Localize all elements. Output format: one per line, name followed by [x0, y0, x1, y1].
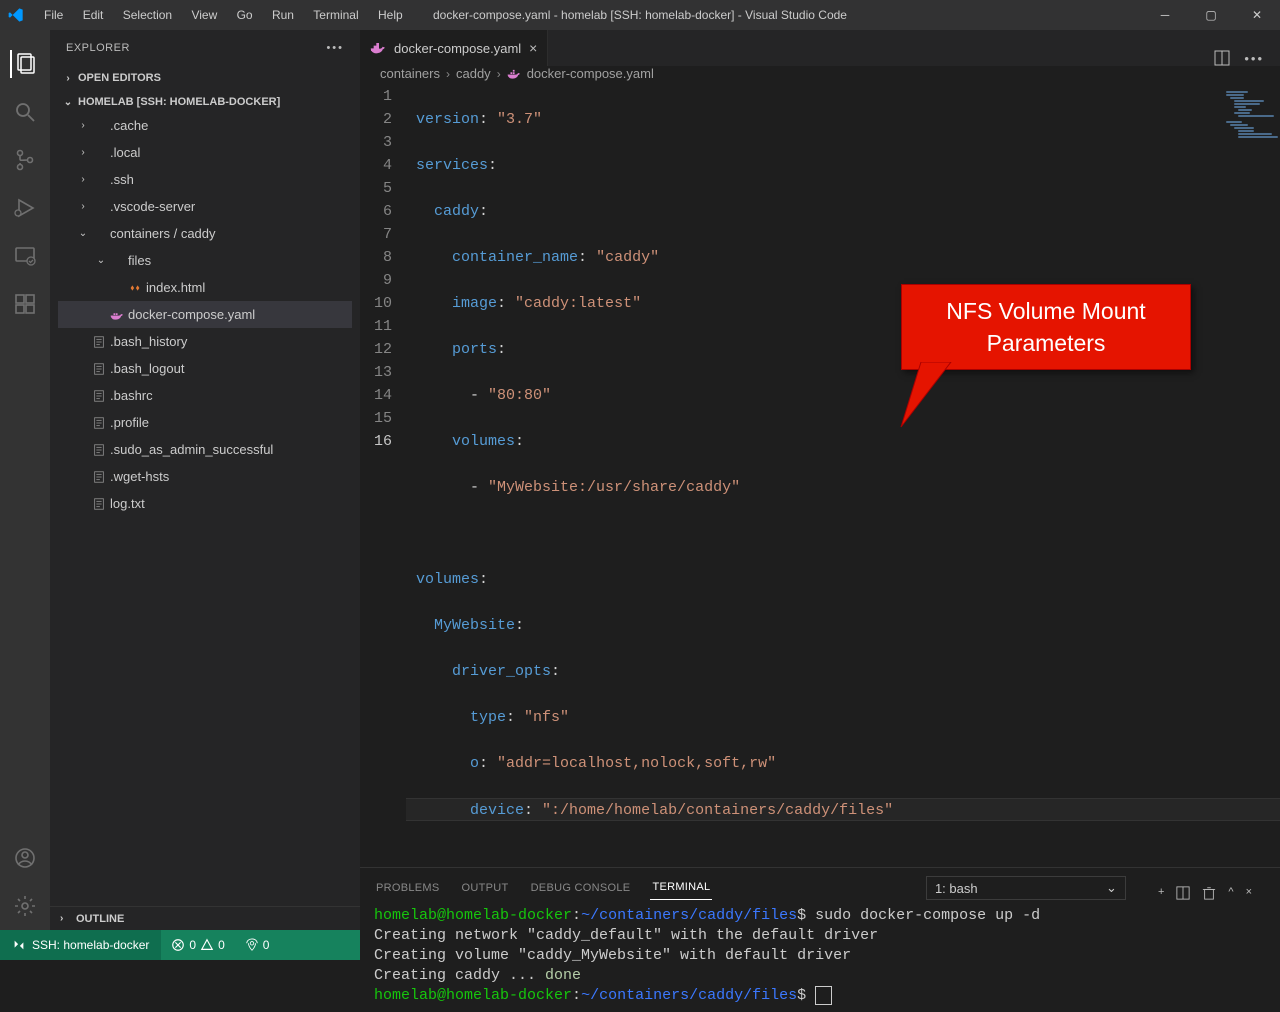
- remote-explorer-icon[interactable]: [11, 242, 39, 270]
- workspace-section[interactable]: ⌄HOMELAB [SSH: HOMELAB-DOCKER]: [58, 92, 352, 112]
- panel-tab-output[interactable]: OUTPUT: [460, 876, 511, 900]
- menu-file[interactable]: File: [36, 4, 71, 26]
- panel-tab-debug[interactable]: DEBUG CONSOLE: [529, 876, 633, 900]
- split-terminal-icon[interactable]: [1176, 886, 1190, 900]
- new-terminal-icon[interactable]: +: [1158, 886, 1164, 900]
- tree-item--local[interactable]: ›.local: [58, 139, 352, 166]
- minimap[interactable]: [1220, 90, 1280, 220]
- explorer-sidebar: EXPLORER ••• ›OPEN EDITORS ⌄HOMELAB [SSH…: [50, 30, 360, 930]
- close-panel-icon[interactable]: ×: [1246, 886, 1252, 900]
- tree-item--ssh[interactable]: ›.ssh: [58, 166, 352, 193]
- menu-go[interactable]: Go: [229, 4, 261, 26]
- tree-item-files[interactable]: ⌄files: [58, 247, 352, 274]
- editor-group: docker-compose.yaml × ••• containers› ca…: [360, 30, 1280, 930]
- menu-selection[interactable]: Selection: [115, 4, 180, 26]
- menu-run[interactable]: Run: [264, 4, 302, 26]
- tree-item-docker-compose-yaml[interactable]: docker-compose.yaml: [58, 301, 352, 328]
- main-menu: File Edit Selection View Go Run Terminal…: [36, 8, 411, 22]
- activity-bar: [0, 30, 50, 930]
- source-control-icon[interactable]: [11, 146, 39, 174]
- tree-item--bashrc[interactable]: .bashrc: [58, 382, 352, 409]
- tree-item-log-txt[interactable]: log.txt: [58, 490, 352, 517]
- status-ports[interactable]: 0: [235, 938, 280, 952]
- panel-tab-terminal[interactable]: TERMINAL: [650, 875, 712, 900]
- status-problems[interactable]: 0 0: [161, 938, 234, 952]
- settings-icon[interactable]: [11, 892, 39, 920]
- menu-edit[interactable]: Edit: [75, 4, 112, 26]
- open-editors-section[interactable]: ›OPEN EDITORS: [58, 68, 352, 88]
- tree-item-containers-caddy[interactable]: ⌄containers / caddy: [58, 220, 352, 247]
- docker-icon: [370, 41, 386, 55]
- extensions-icon[interactable]: [11, 290, 39, 318]
- split-editor-icon[interactable]: [1214, 50, 1230, 66]
- menu-help[interactable]: Help: [370, 4, 411, 26]
- outline-section[interactable]: ›OUTLINE: [50, 906, 360, 930]
- run-debug-icon[interactable]: [11, 194, 39, 222]
- maximize-button[interactable]: ▢: [1188, 0, 1234, 30]
- minimize-button[interactable]: ─: [1142, 0, 1188, 30]
- editor-tabs: docker-compose.yaml × •••: [360, 30, 1280, 66]
- tree-item--bash-history[interactable]: .bash_history: [58, 328, 352, 355]
- tree-item--vscode-server[interactable]: ›.vscode-server: [58, 193, 352, 220]
- annotation-callout: NFS Volume MountParameters: [901, 284, 1191, 370]
- explorer-icon[interactable]: [10, 50, 38, 78]
- tree-item--wget-hsts[interactable]: .wget-hsts: [58, 463, 352, 490]
- terminal-selector[interactable]: 1: bash⌄: [926, 876, 1126, 900]
- accounts-icon[interactable]: [11, 844, 39, 872]
- panel-tab-problems[interactable]: PROBLEMS: [374, 876, 442, 900]
- maximize-panel-icon[interactable]: ^: [1228, 886, 1233, 900]
- search-icon[interactable]: [11, 98, 39, 126]
- more-icon[interactable]: •••: [326, 42, 344, 54]
- tree-item-index-html[interactable]: index.html: [58, 274, 352, 301]
- kill-terminal-icon[interactable]: [1202, 886, 1216, 900]
- code-content[interactable]: version: "3.7" services: caddy: containe…: [406, 81, 1280, 867]
- breadcrumb[interactable]: containers› caddy› docker-compose.yaml: [360, 66, 1280, 81]
- explorer-title: EXPLORER: [66, 42, 130, 54]
- close-button[interactable]: ✕: [1234, 0, 1280, 30]
- tab-close-icon[interactable]: ×: [529, 40, 537, 56]
- remote-indicator[interactable]: SSH: homelab-docker: [0, 930, 161, 960]
- tab-docker-compose[interactable]: docker-compose.yaml ×: [360, 30, 548, 66]
- docker-icon: [507, 68, 521, 80]
- title-bar: File Edit Selection View Go Run Terminal…: [0, 0, 1280, 30]
- terminal-content[interactable]: homelab@homelab-docker:~/containers/cadd…: [360, 900, 1280, 1012]
- tree-item--sudo-as-admin-successful[interactable]: .sudo_as_admin_successful: [58, 436, 352, 463]
- tree-item--profile[interactable]: .profile: [58, 409, 352, 436]
- tree-item--bash-logout[interactable]: .bash_logout: [58, 355, 352, 382]
- menu-terminal[interactable]: Terminal: [305, 4, 366, 26]
- bottom-panel: PROBLEMS OUTPUT DEBUG CONSOLE TERMINAL 1…: [360, 867, 1280, 1012]
- vscode-logo-icon: [8, 7, 24, 23]
- menu-view[interactable]: View: [183, 4, 225, 26]
- tree-item--cache[interactable]: ›.cache: [58, 112, 352, 139]
- editor-more-icon[interactable]: •••: [1244, 51, 1264, 66]
- code-editor[interactable]: 12345678910111213141516 version: "3.7" s…: [360, 81, 1280, 867]
- tab-label: docker-compose.yaml: [394, 41, 521, 56]
